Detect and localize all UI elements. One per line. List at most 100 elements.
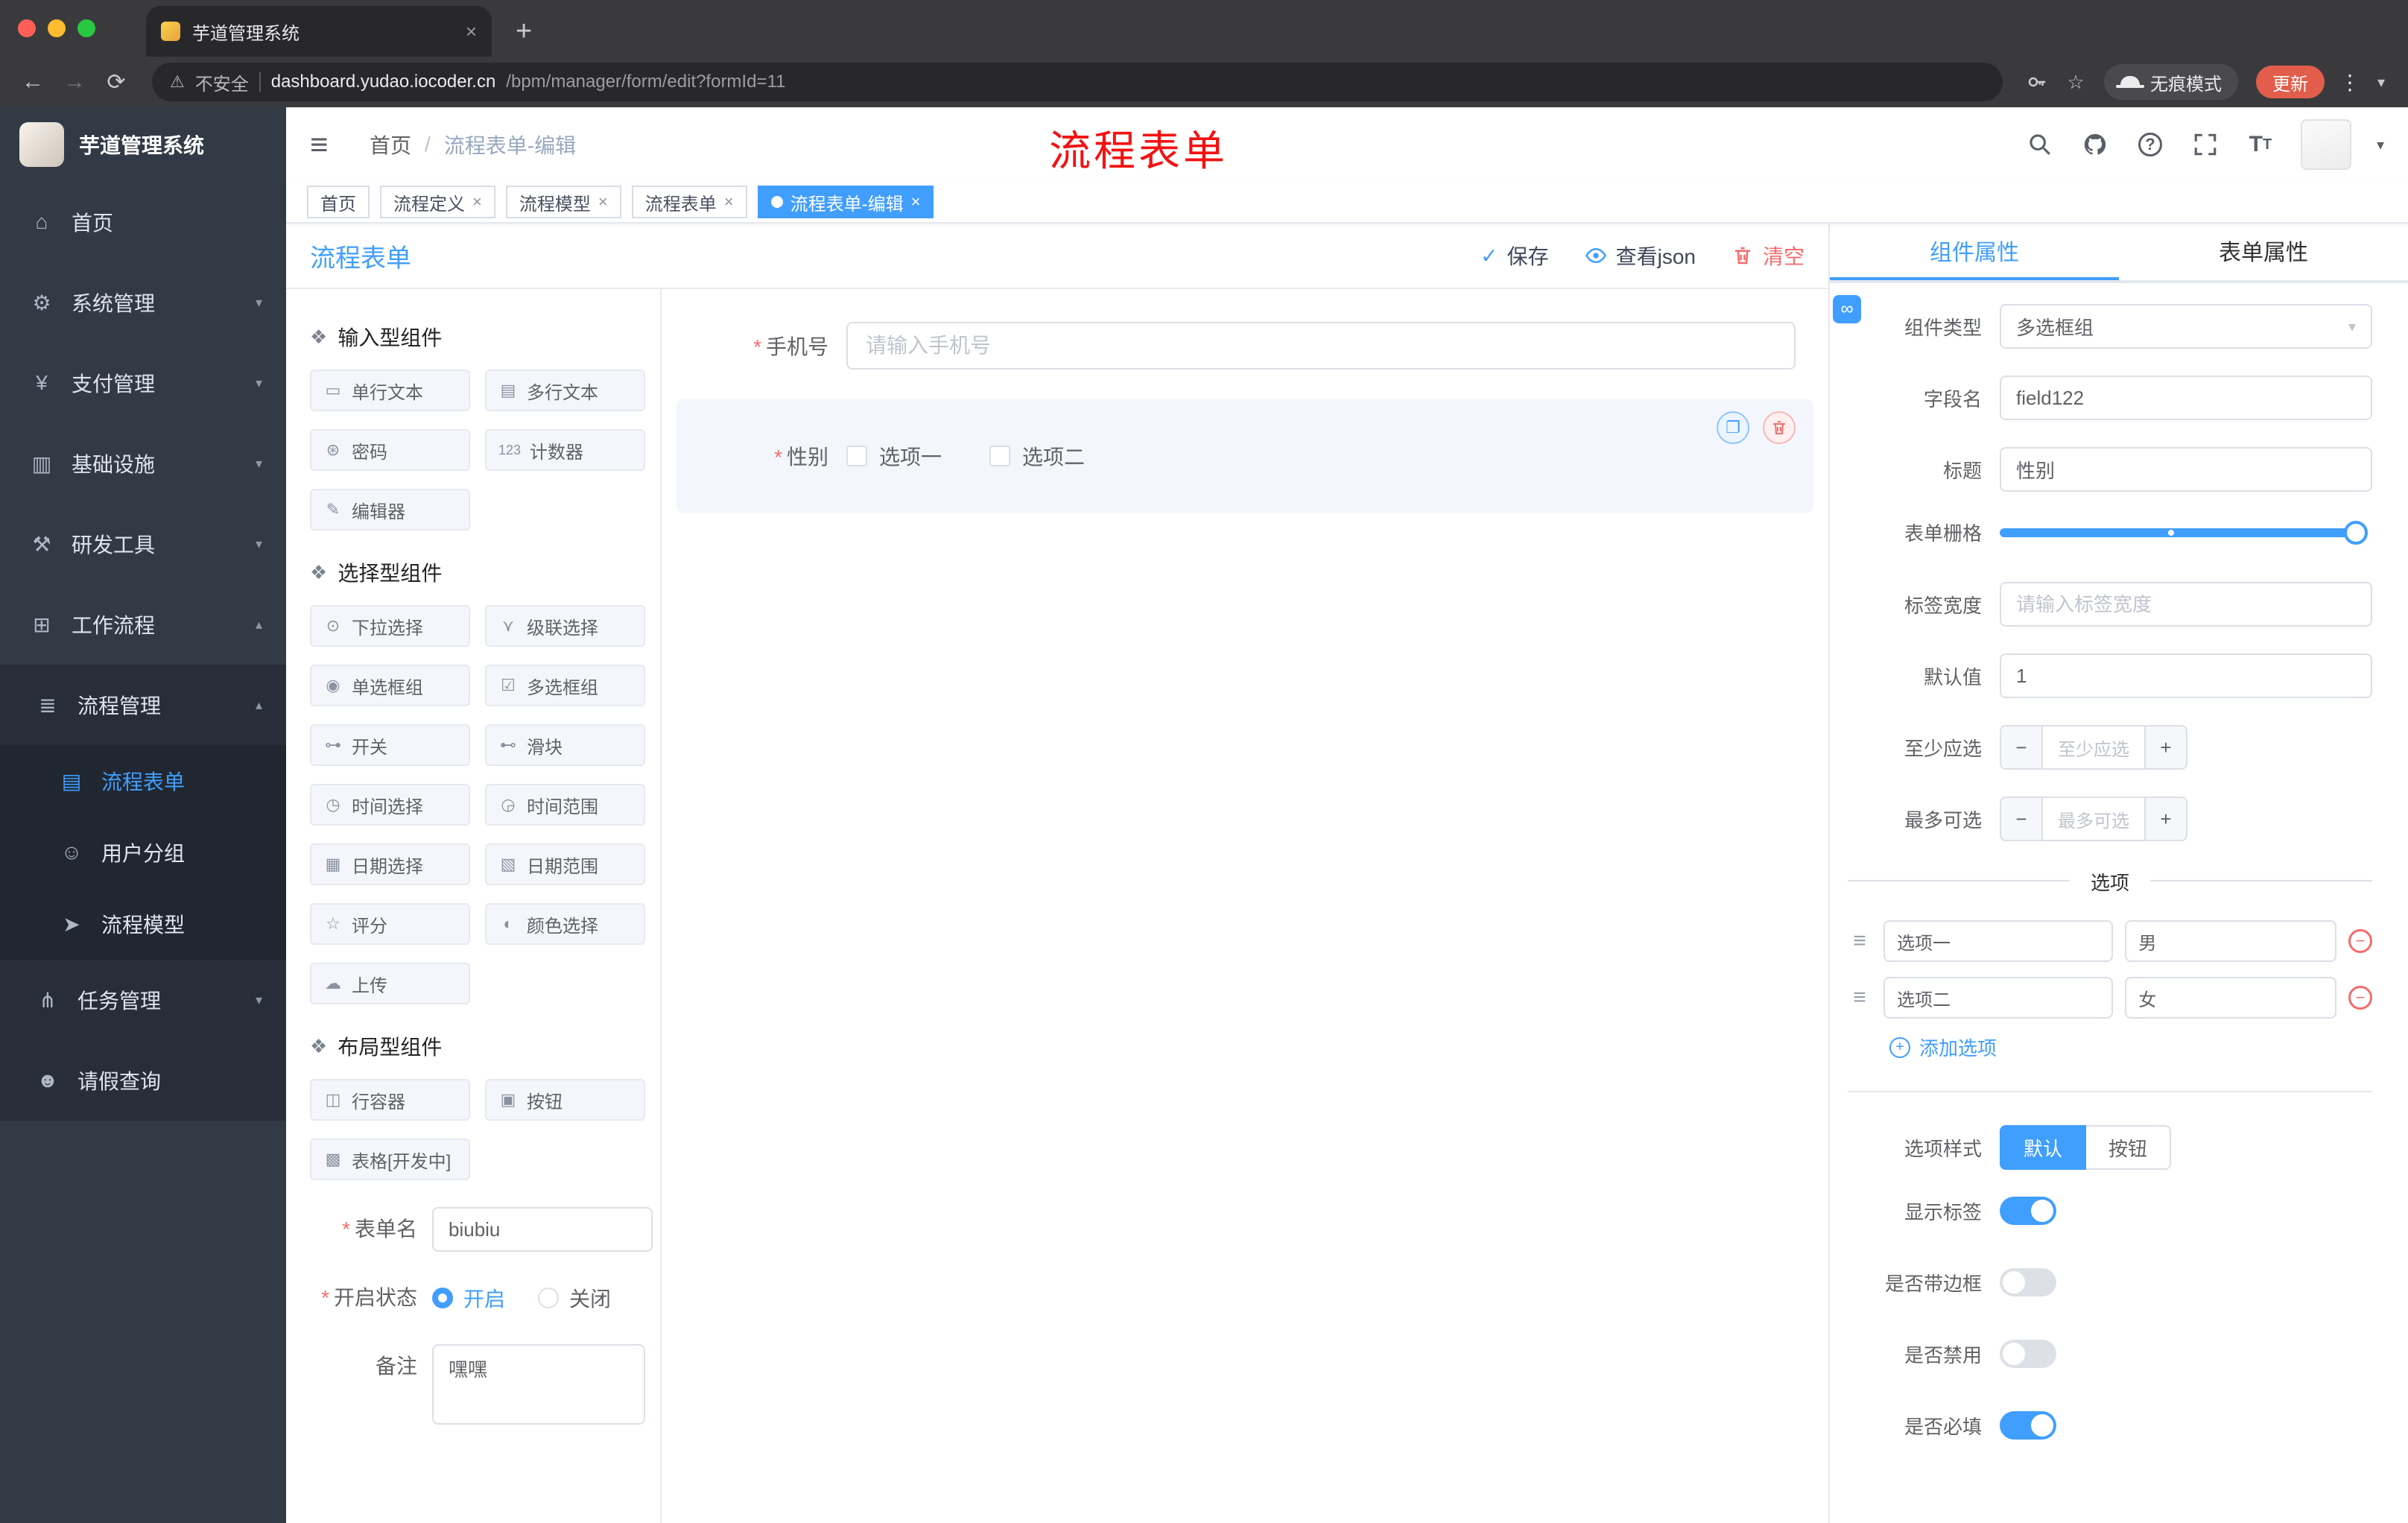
- phone-input[interactable]: [846, 322, 1796, 370]
- font-size-icon[interactable]: TT: [2246, 130, 2275, 159]
- sidebar-item-infrastructure[interactable]: ▥ 基础设施 ▾: [0, 423, 286, 504]
- form-name-input[interactable]: [432, 1207, 653, 1252]
- palette-item-slider[interactable]: ⊷ 滑块: [485, 724, 645, 766]
- palette-item-row-container[interactable]: ◫ 行容器: [310, 1079, 470, 1121]
- palette-item-switch[interactable]: ⊶ 开关: [310, 724, 470, 766]
- sidebar-item-workflow[interactable]: ⊞ 工作流程 ▴: [0, 584, 286, 665]
- palette-item-checkbox-group[interactable]: ☑ 多选框组: [485, 665, 645, 706]
- form-canvas[interactable]: *手机号 ❐: [662, 289, 1828, 1523]
- palette-item-date-picker[interactable]: ▦ 日期选择: [310, 843, 470, 885]
- palette-item-time-picker[interactable]: ◷ 时间选择: [310, 784, 470, 826]
- sidebar-item-devtools[interactable]: ⚒ 研发工具 ▾: [0, 504, 286, 584]
- palette-item-textarea[interactable]: ▤ 多行文本: [485, 370, 645, 411]
- link-icon[interactable]: ∞: [1833, 295, 1861, 323]
- gender-field[interactable]: * 性别 选项一 选项二: [677, 432, 1796, 480]
- palette-item-time-range[interactable]: ◶ 时间范围: [485, 784, 645, 826]
- sidebar-item-home[interactable]: ⌂ 首页: [0, 182, 286, 262]
- remove-option-button[interactable]: −: [2348, 986, 2372, 1010]
- browser-tab[interactable]: 芋道管理系统 ×: [146, 6, 492, 57]
- title-input[interactable]: [2000, 447, 2372, 492]
- palette-item-counter[interactable]: 123 计数器: [485, 429, 645, 471]
- profile-caret-icon[interactable]: ▾: [2369, 73, 2393, 92]
- sidebar-item-process-model[interactable]: ➤ 流程模型: [0, 888, 286, 960]
- increase-button[interactable]: +: [2144, 726, 2186, 768]
- status-on-radio[interactable]: 开启: [432, 1283, 505, 1313]
- palette-item-upload[interactable]: ☁ 上传: [310, 963, 470, 1004]
- disabled-toggle[interactable]: [2000, 1340, 2056, 1368]
- palette-item-radio-group[interactable]: ◉ 单选框组: [310, 665, 470, 706]
- status-off-radio[interactable]: 关闭: [538, 1283, 611, 1313]
- gender-option-1-checkbox[interactable]: 选项一: [846, 441, 942, 471]
- back-button[interactable]: ←: [15, 69, 51, 95]
- palette-item-cascader[interactable]: ⋎ 级联选择: [485, 605, 645, 647]
- add-option-button[interactable]: + 添加选项: [1889, 1033, 2372, 1061]
- field-name-input[interactable]: [2000, 376, 2372, 420]
- sidebar-item-user-group[interactable]: ☺ 用户分组: [0, 817, 286, 888]
- delete-widget-button[interactable]: [1763, 411, 1796, 444]
- border-toggle[interactable]: [2000, 1268, 2056, 1296]
- sidebar-item-system[interactable]: ⚙ 系统管理 ▾: [0, 262, 286, 343]
- tag-process-model[interactable]: 流程模型 ×: [505, 186, 621, 218]
- min-select-value[interactable]: 至少应选: [2043, 726, 2144, 768]
- option-2-label-input[interactable]: [1883, 977, 2114, 1019]
- sidebar-logo[interactable]: 芋道管理系统: [0, 107, 286, 182]
- phone-field[interactable]: * 手机号: [677, 316, 1813, 376]
- address-bar[interactable]: ⚠ 不安全 dashboard.yudao.iocoder.cn /bpm/ma…: [152, 63, 2003, 101]
- remark-textarea[interactable]: [432, 1344, 645, 1425]
- style-button-button[interactable]: 按钮: [2086, 1125, 2172, 1170]
- browser-menu-icon[interactable]: ⋮: [2336, 70, 2363, 95]
- window-zoom-button[interactable]: [77, 19, 95, 37]
- help-icon[interactable]: ?: [2135, 130, 2165, 159]
- password-key-icon[interactable]: [2021, 71, 2053, 93]
- decrease-button[interactable]: −: [2001, 726, 2043, 768]
- style-default-button[interactable]: 默认: [2000, 1125, 2087, 1170]
- fullscreen-icon[interactable]: [2190, 130, 2220, 159]
- window-minimize-button[interactable]: [48, 19, 66, 37]
- tag-process-definition[interactable]: 流程定义 ×: [380, 186, 495, 218]
- remove-option-button[interactable]: −: [2348, 929, 2372, 953]
- palette-item-color-picker[interactable]: ◐ 颜色选择: [485, 903, 645, 945]
- sidebar-item-task-management[interactable]: ⋔ 任务管理 ▾: [0, 960, 286, 1040]
- reload-button[interactable]: ⟳: [98, 69, 134, 95]
- github-icon[interactable]: [2080, 130, 2110, 159]
- required-toggle[interactable]: [2000, 1411, 2056, 1440]
- sidebar-item-leave-query[interactable]: ☻ 请假查询: [0, 1040, 286, 1121]
- palette-item-password[interactable]: ⊛ 密码: [310, 429, 470, 471]
- gender-option-2-checkbox[interactable]: 选项二: [989, 441, 1085, 471]
- show-label-toggle[interactable]: [2000, 1197, 2056, 1225]
- tab-form-props[interactable]: 表单属性: [2119, 224, 2408, 280]
- avatar[interactable]: [2300, 119, 2351, 170]
- component-type-select[interactable]: 多选框组 ▾: [2000, 304, 2372, 349]
- default-value-input[interactable]: [2000, 653, 2372, 698]
- browser-update-button[interactable]: 更新: [2256, 66, 2325, 98]
- option-2-value-input[interactable]: [2125, 977, 2336, 1019]
- hamburger-icon[interactable]: ≡: [310, 127, 349, 162]
- tag-close-icon[interactable]: ×: [598, 192, 608, 212]
- palette-item-date-range[interactable]: ▧ 日期范围: [485, 843, 645, 885]
- max-select-value[interactable]: 最多可选: [2043, 798, 2144, 840]
- tag-close-icon[interactable]: ×: [472, 192, 482, 212]
- tab-component-props[interactable]: 组件属性: [1830, 224, 2119, 280]
- label-width-input[interactable]: [2000, 582, 2372, 627]
- copy-widget-button[interactable]: ❐: [1717, 411, 1749, 444]
- selected-widget-gender[interactable]: ❐ * 性别 选项一 选项二: [677, 399, 1813, 513]
- window-close-button[interactable]: [18, 19, 36, 37]
- option-1-value-input[interactable]: [2125, 920, 2336, 962]
- forward-button[interactable]: →: [57, 69, 92, 95]
- drag-handle-icon[interactable]: ≡: [1848, 928, 1872, 954]
- save-button[interactable]: ✓ 保存: [1480, 241, 1548, 270]
- bookmark-star-icon[interactable]: ☆: [2059, 71, 2092, 94]
- avatar-caret-icon[interactable]: ▾: [2377, 136, 2384, 154]
- palette-item-editor[interactable]: ✎ 编辑器: [310, 489, 470, 531]
- increase-button[interactable]: +: [2144, 798, 2186, 840]
- palette-item-table[interactable]: ▩ 表格[开发中]: [310, 1139, 470, 1180]
- slider-handle[interactable]: [2344, 520, 2368, 545]
- sidebar-item-process-management[interactable]: ≣ 流程管理 ▴: [0, 665, 286, 745]
- palette-item-text-field[interactable]: ▭ 单行文本: [310, 370, 470, 411]
- search-icon[interactable]: [2025, 130, 2055, 159]
- tag-home[interactable]: 首页: [307, 186, 370, 218]
- palette-item-rate[interactable]: ☆ 评分: [310, 903, 470, 945]
- drag-handle-icon[interactable]: ≡: [1848, 985, 1872, 1010]
- view-json-button[interactable]: 查看json: [1585, 241, 1696, 270]
- clear-button[interactable]: 清空: [1731, 241, 1805, 270]
